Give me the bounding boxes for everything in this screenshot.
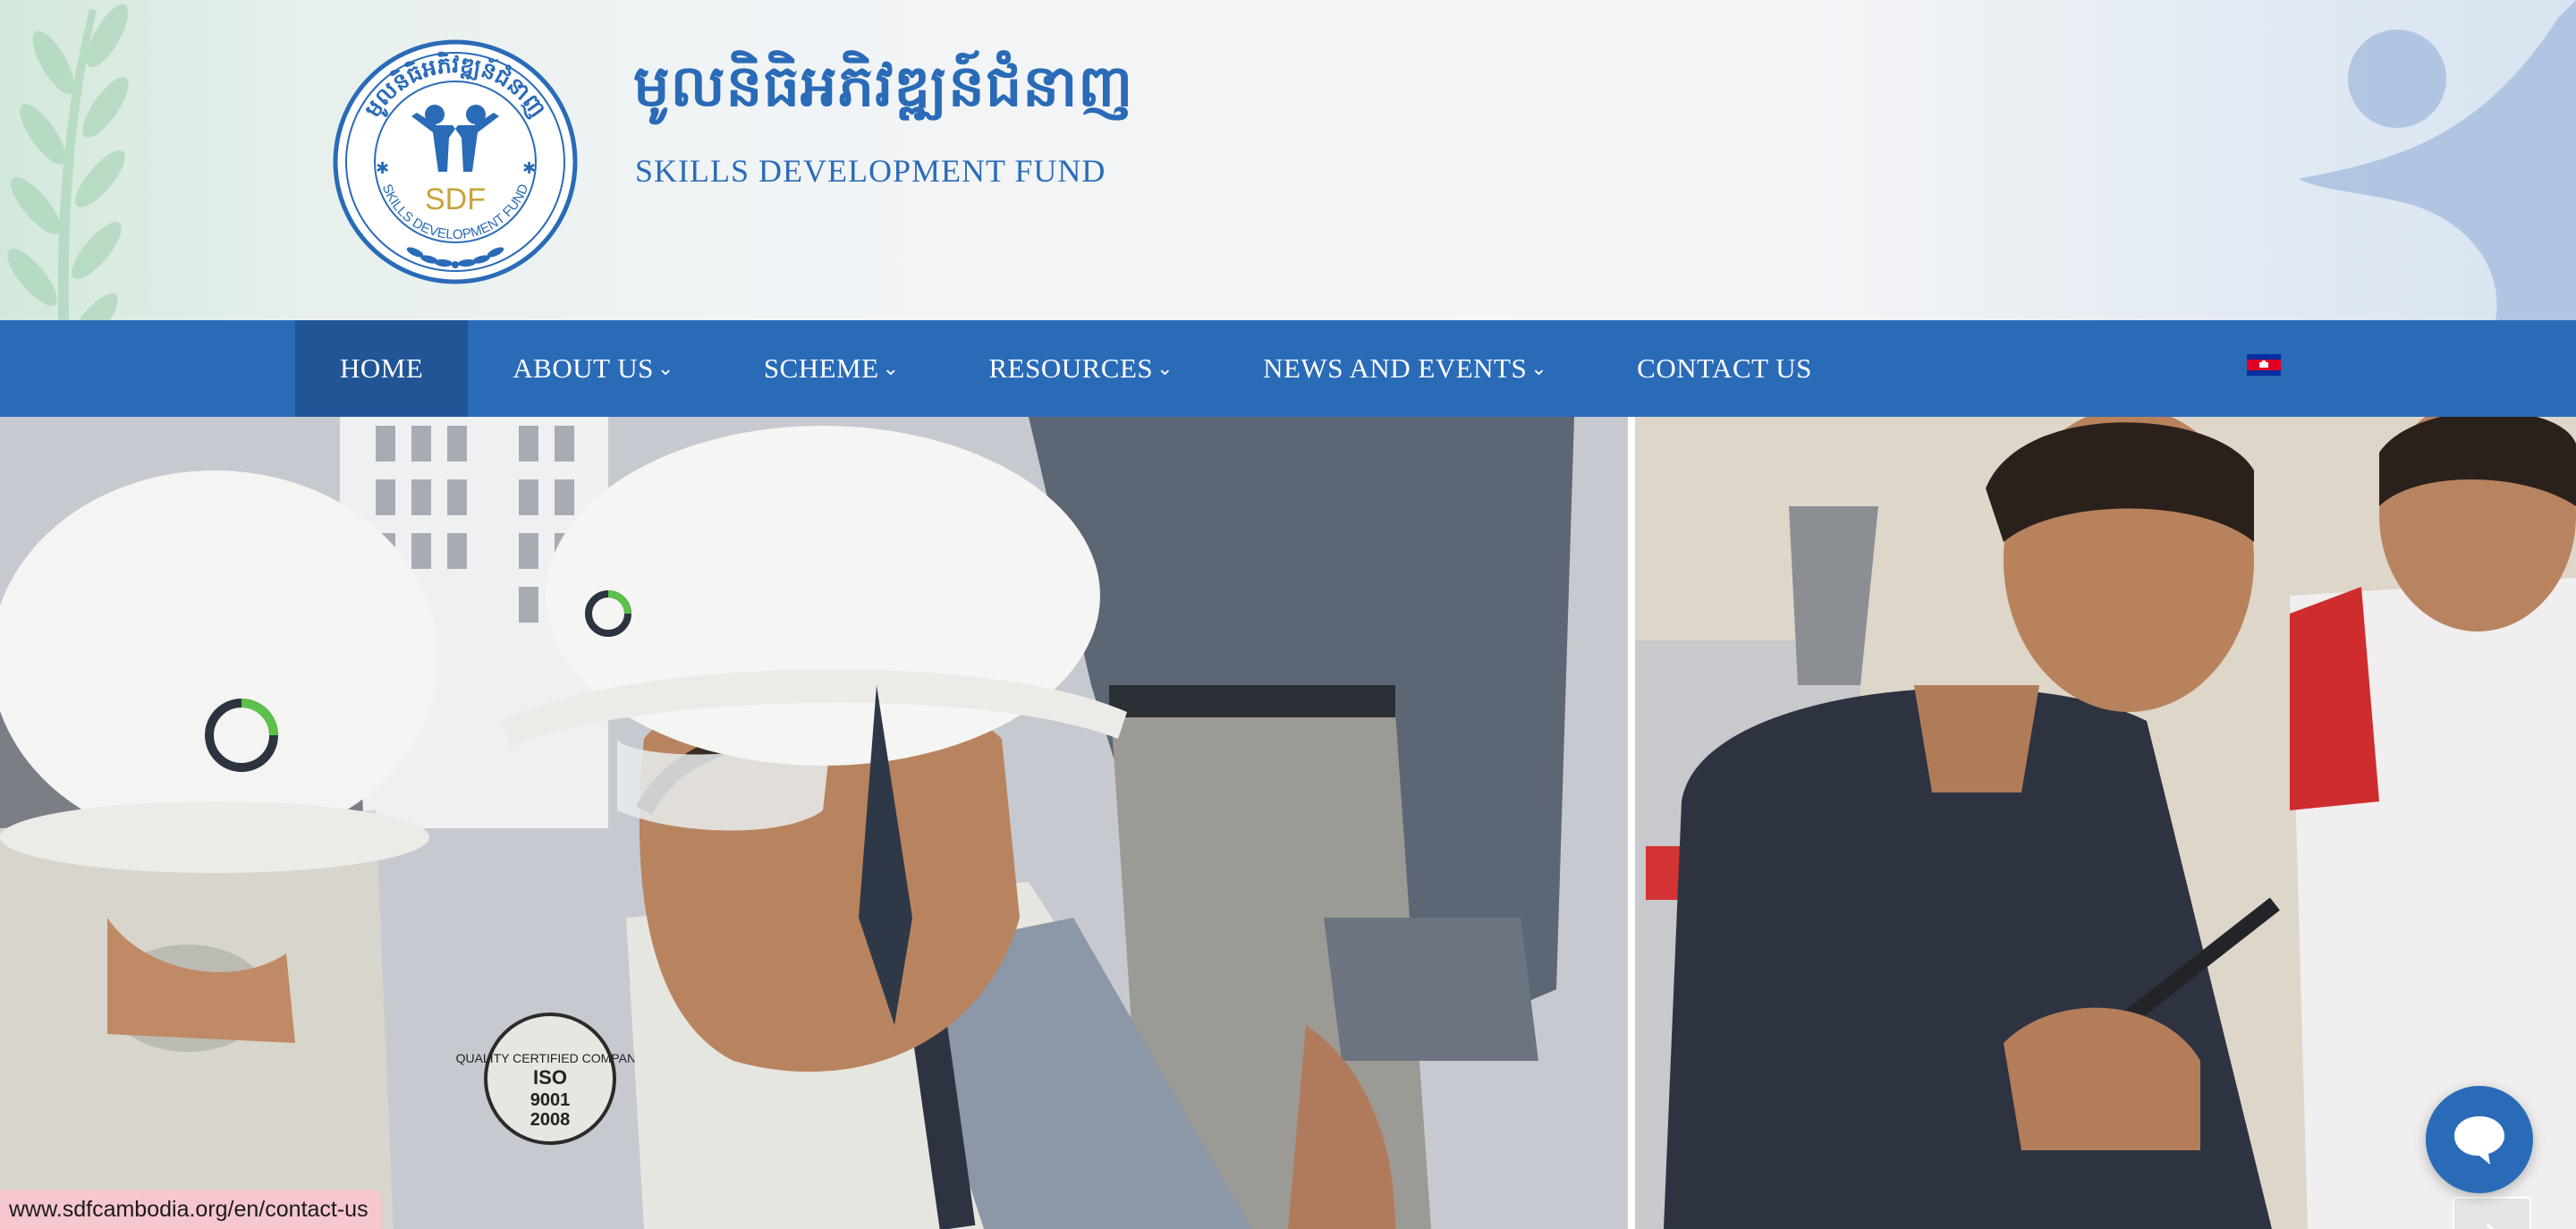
nav-item-resources[interactable]: RESOURCES ⌄ [945, 320, 1219, 417]
cambodia-flag-icon[interactable] [2247, 354, 2281, 376]
svg-text:2008: 2008 [530, 1110, 571, 1130]
nav-menu: HOME ABOUT US ⌄ SCHEME ⌄ RESOURCES ⌄ NEW… [295, 320, 1857, 417]
hero-photo-technicians: QUALITY CERTIFIED COMPANY ISO 9001 2008 [0, 417, 2576, 1229]
sdf-logo[interactable]: មូលនិធិអភិវឌ្ឍន៍ជំនាញ SKILLS DEVELOPMENT… [333, 39, 578, 284]
nav-item-label: RESOURCES [988, 352, 1154, 384]
hero-slider: QUALITY CERTIFIED COMPANY ISO 9001 2008 [0, 417, 2576, 1229]
chevron-down-icon: ⌄ [882, 357, 900, 380]
nav-item-contact-us[interactable]: CONTACT US [1592, 320, 1857, 417]
nav-item-home[interactable]: HOME [295, 320, 469, 417]
chat-widget-button[interactable] [2426, 1086, 2533, 1193]
sdf-logo-emblem: មូលនិធិអភិវឌ្ឍន៍ជំនាញ SKILLS DEVELOPMENT… [333, 39, 578, 284]
slider-next-button[interactable] [2453, 1197, 2531, 1229]
nav-item-about-us[interactable]: ABOUT US ⌄ [468, 320, 719, 417]
nav-item-news-and-events[interactable]: NEWS AND EVENTS ⌄ [1218, 320, 1592, 417]
svg-text:QUALITY CERTIFIED COMPANY: QUALITY CERTIFIED COMPANY [456, 1051, 645, 1065]
main-navigation: HOME ABOUT US ⌄ SCHEME ⌄ RESOURCES ⌄ NEW… [0, 320, 2576, 417]
nav-item-label: CONTACT US [1637, 352, 1812, 384]
chevron-down-icon: ⌄ [1157, 357, 1174, 380]
laurel-decoration [7, 4, 129, 320]
nav-item-label: NEWS AND EVENTS [1263, 352, 1528, 384]
chevron-right-icon [2486, 1223, 2495, 1229]
svg-text:ISO: ISO [533, 1066, 567, 1089]
nav-item-label: SCHEME [763, 352, 879, 384]
svg-text:✱: ✱ [522, 159, 536, 178]
svg-text:SDF: SDF [425, 182, 486, 216]
svg-text:✱: ✱ [376, 159, 389, 178]
mascot-figure-decoration [2299, 0, 2576, 320]
site-header: មូលនិធិអភិវឌ្ឍន៍ជំនាញ SKILLS DEVELOPMENT… [0, 0, 2576, 320]
chevron-down-icon: ⌄ [657, 357, 674, 380]
svg-text:9001: 9001 [530, 1090, 571, 1110]
nav-item-label: ABOUT US [513, 352, 654, 384]
chat-bubble-icon [2454, 1116, 2504, 1165]
site-title-khmer: មូលនិធិអភិវឌ្ឍន៍ជំនាញ [633, 54, 1134, 120]
chevron-down-icon: ⌄ [1530, 357, 1548, 380]
browser-status-url: www.sdfcambodia.org/en/contact-us [0, 1190, 381, 1229]
nav-item-label: HOME [340, 352, 424, 384]
site-title-english: SKILLS DEVELOPMENT FUND [635, 153, 1106, 189]
nav-item-scheme[interactable]: SCHEME ⌄ [719, 320, 945, 417]
